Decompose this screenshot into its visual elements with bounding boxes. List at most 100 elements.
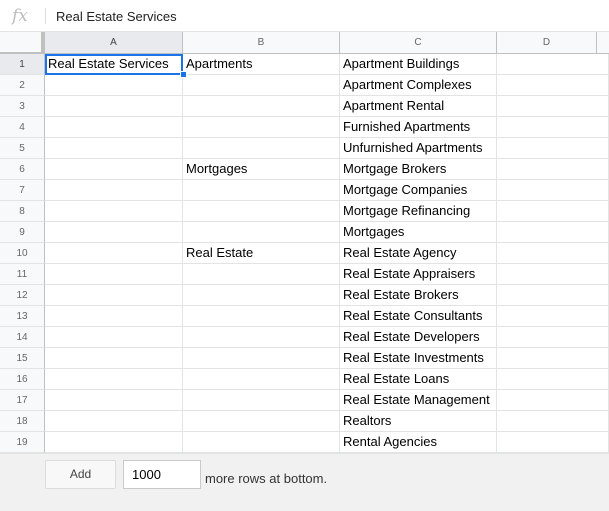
cell-d17[interactable] bbox=[497, 390, 609, 411]
cell-c16[interactable]: Real Estate Loans bbox=[340, 369, 497, 390]
cell-d9[interactable] bbox=[497, 222, 609, 243]
cell-d15[interactable] bbox=[497, 348, 609, 369]
cell-b1[interactable]: Apartments bbox=[183, 54, 340, 75]
row-header[interactable]: 18 bbox=[0, 411, 45, 432]
cell-b8[interactable] bbox=[183, 201, 340, 222]
cell-a4[interactable] bbox=[45, 117, 183, 138]
cell-a3[interactable] bbox=[45, 96, 183, 117]
row-header[interactable]: 5 bbox=[0, 138, 45, 159]
formula-bar-input[interactable]: Real Estate Services bbox=[56, 9, 177, 24]
cell-b17[interactable] bbox=[183, 390, 340, 411]
cell-c2[interactable]: Apartment Complexes bbox=[340, 75, 497, 96]
cell-a15[interactable] bbox=[45, 348, 183, 369]
cell-a5[interactable] bbox=[45, 138, 183, 159]
cell-d16[interactable] bbox=[497, 369, 609, 390]
cell-d1[interactable] bbox=[497, 54, 609, 75]
cell-c6[interactable]: Mortgage Brokers bbox=[340, 159, 497, 180]
cell-a7[interactable] bbox=[45, 180, 183, 201]
cell-b15[interactable] bbox=[183, 348, 340, 369]
row-header[interactable]: 12 bbox=[0, 285, 45, 306]
cell-d5[interactable] bbox=[497, 138, 609, 159]
row-header[interactable]: 7 bbox=[0, 180, 45, 201]
cell-b12[interactable] bbox=[183, 285, 340, 306]
cell-d2[interactable] bbox=[497, 75, 609, 96]
row-header[interactable]: 8 bbox=[0, 201, 45, 222]
cell-a17[interactable] bbox=[45, 390, 183, 411]
add-rows-button[interactable]: Add bbox=[45, 460, 116, 489]
row-header[interactable]: 10 bbox=[0, 243, 45, 264]
row-header[interactable]: 11 bbox=[0, 264, 45, 285]
cell-a6[interactable] bbox=[45, 159, 183, 180]
row-header[interactable]: 2 bbox=[0, 75, 45, 96]
cell-a19[interactable] bbox=[45, 432, 183, 453]
cell-b18[interactable] bbox=[183, 411, 340, 432]
cell-a1[interactable]: Real Estate Services bbox=[45, 54, 183, 75]
cell-d8[interactable] bbox=[497, 201, 609, 222]
row-header[interactable]: 15 bbox=[0, 348, 45, 369]
cell-b2[interactable] bbox=[183, 75, 340, 96]
cell-c19[interactable]: Rental Agencies bbox=[340, 432, 497, 453]
column-header-d[interactable]: D bbox=[497, 32, 597, 53]
cell-c5[interactable]: Unfurnished Apartments bbox=[340, 138, 497, 159]
column-header-b[interactable]: B bbox=[183, 32, 340, 53]
cell-b10[interactable]: Real Estate bbox=[183, 243, 340, 264]
row-header[interactable]: 3 bbox=[0, 96, 45, 117]
cell-d6[interactable] bbox=[497, 159, 609, 180]
cell-d11[interactable] bbox=[497, 264, 609, 285]
cell-d7[interactable] bbox=[497, 180, 609, 201]
cell-b5[interactable] bbox=[183, 138, 340, 159]
cell-c14[interactable]: Real Estate Developers bbox=[340, 327, 497, 348]
cell-d10[interactable] bbox=[497, 243, 609, 264]
cell-a13[interactable] bbox=[45, 306, 183, 327]
cell-d13[interactable] bbox=[497, 306, 609, 327]
cell-a12[interactable] bbox=[45, 285, 183, 306]
cell-d14[interactable] bbox=[497, 327, 609, 348]
row-header[interactable]: 4 bbox=[0, 117, 45, 138]
cell-c8[interactable]: Mortgage Refinancing bbox=[340, 201, 497, 222]
cell-c18[interactable]: Realtors bbox=[340, 411, 497, 432]
row-header[interactable]: 6 bbox=[0, 159, 45, 180]
cell-d19[interactable] bbox=[497, 432, 609, 453]
cell-b7[interactable] bbox=[183, 180, 340, 201]
fill-handle[interactable] bbox=[180, 71, 187, 78]
column-header-a[interactable]: A bbox=[45, 32, 183, 53]
cell-a9[interactable] bbox=[45, 222, 183, 243]
row-header[interactable]: 9 bbox=[0, 222, 45, 243]
row-header[interactable]: 13 bbox=[0, 306, 45, 327]
row-header[interactable]: 17 bbox=[0, 390, 45, 411]
cell-b13[interactable] bbox=[183, 306, 340, 327]
cell-a10[interactable] bbox=[45, 243, 183, 264]
cell-c13[interactable]: Real Estate Consultants bbox=[340, 306, 497, 327]
cell-d12[interactable] bbox=[497, 285, 609, 306]
cell-c17[interactable]: Real Estate Management bbox=[340, 390, 497, 411]
cell-c9[interactable]: Mortgages bbox=[340, 222, 497, 243]
cell-a16[interactable] bbox=[45, 369, 183, 390]
cell-b9[interactable] bbox=[183, 222, 340, 243]
cell-b14[interactable] bbox=[183, 327, 340, 348]
row-header[interactable]: 19 bbox=[0, 432, 45, 453]
cell-b4[interactable] bbox=[183, 117, 340, 138]
cell-c15[interactable]: Real Estate Investments bbox=[340, 348, 497, 369]
cell-a14[interactable] bbox=[45, 327, 183, 348]
cell-c1[interactable]: Apartment Buildings bbox=[340, 54, 497, 75]
cell-b19[interactable] bbox=[183, 432, 340, 453]
cell-b3[interactable] bbox=[183, 96, 340, 117]
cell-c12[interactable]: Real Estate Brokers bbox=[340, 285, 497, 306]
row-header[interactable]: 1 bbox=[0, 54, 45, 75]
cell-c7[interactable]: Mortgage Companies bbox=[340, 180, 497, 201]
cell-a18[interactable] bbox=[45, 411, 183, 432]
row-header[interactable]: 14 bbox=[0, 327, 45, 348]
cell-b16[interactable] bbox=[183, 369, 340, 390]
cell-a11[interactable] bbox=[45, 264, 183, 285]
cell-c11[interactable]: Real Estate Appraisers bbox=[340, 264, 497, 285]
cell-b11[interactable] bbox=[183, 264, 340, 285]
select-all-corner[interactable] bbox=[0, 32, 45, 53]
rows-count-input[interactable] bbox=[123, 460, 201, 489]
cell-d3[interactable] bbox=[497, 96, 609, 117]
row-header[interactable]: 16 bbox=[0, 369, 45, 390]
cell-d4[interactable] bbox=[497, 117, 609, 138]
cell-c3[interactable]: Apartment Rental bbox=[340, 96, 497, 117]
column-header-c[interactable]: C bbox=[340, 32, 497, 53]
cell-a2[interactable] bbox=[45, 75, 183, 96]
cell-d18[interactable] bbox=[497, 411, 609, 432]
